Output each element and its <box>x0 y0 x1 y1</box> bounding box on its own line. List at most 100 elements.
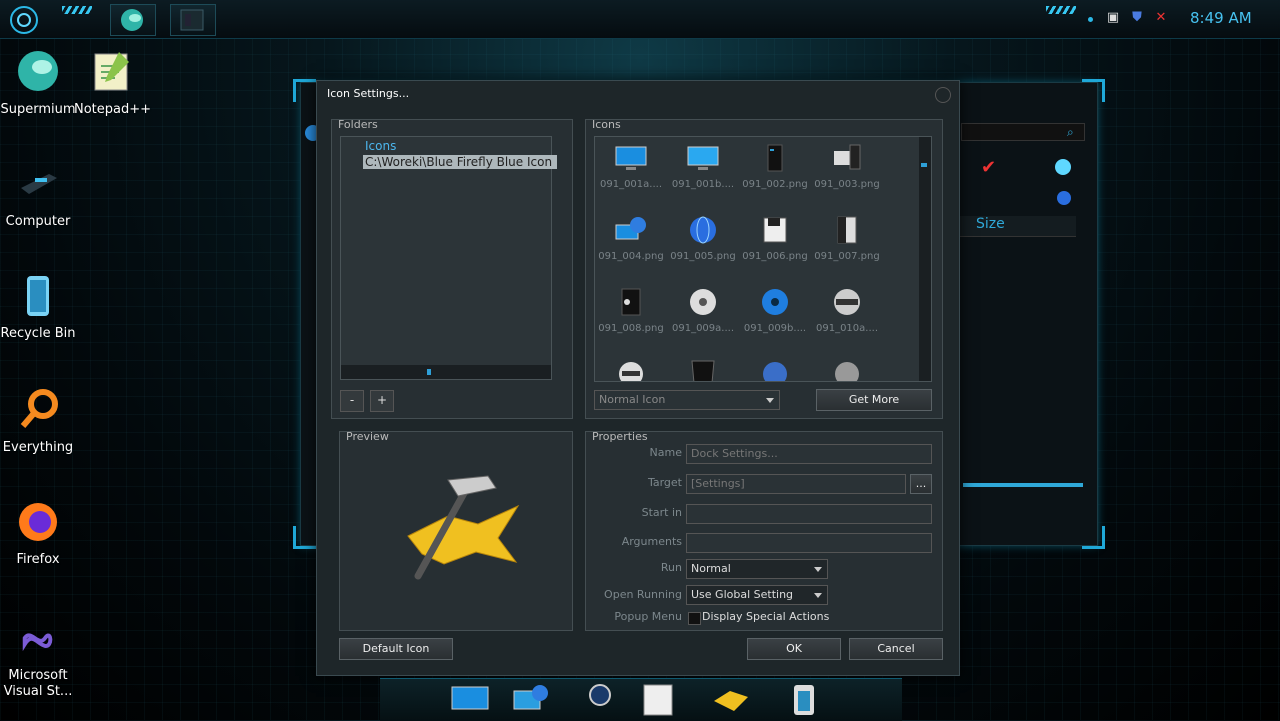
get-more-button[interactable]: Get More <box>816 389 932 411</box>
progress-bar <box>963 483 1083 487</box>
desktop-icon-label: Everything <box>2 440 74 455</box>
horizontal-scrollbar[interactable] <box>341 365 551 379</box>
icon-filename: 091_006.png <box>742 251 808 262</box>
start-button[interactable] <box>10 6 38 34</box>
notepad-icon[interactable] <box>638 681 678 717</box>
icon-item[interactable]: 091_004.png <box>595 215 667 262</box>
default-icon-button[interactable]: Default Icon <box>339 638 453 660</box>
everything-icon <box>20 389 58 428</box>
disc-drive-icon <box>619 362 643 381</box>
browse-button[interactable]: ... <box>910 474 932 494</box>
arguments-field[interactable] <box>686 533 932 553</box>
icon-item[interactable]: 091_001a.... <box>595 143 667 190</box>
scroll-thumb[interactable] <box>921 163 927 167</box>
desktop-icon-recycle-bin[interactable]: Recycle Bin <box>0 272 76 342</box>
chevron-down-icon <box>814 593 822 598</box>
icon-filename: 091_002.png <box>742 179 808 190</box>
explorer-icon <box>180 9 204 31</box>
desktop-icon-supermium[interactable]: Supermium <box>0 48 76 118</box>
checkmark-icon[interactable]: ✔ <box>981 157 996 178</box>
desktop-icon-everything[interactable]: Everything <box>0 386 76 456</box>
icon-item[interactable]: 091_002.png <box>739 143 811 190</box>
icon-filename: 091_010a.... <box>815 323 879 334</box>
desktop-icon-computer[interactable]: Computer <box>0 160 76 230</box>
disc-drive-icon <box>834 289 860 315</box>
openrunning-label: Open Running <box>604 588 682 601</box>
icons-grid[interactable]: 091_001a.... 091_001b.... 091_002.png 09… <box>594 136 932 382</box>
shield-icon[interactable]: ⛊ <box>1130 11 1144 25</box>
desktop-icon-firefox[interactable]: Firefox <box>0 498 76 568</box>
desktop-icon-label: Recycle Bin <box>0 326 76 341</box>
scroll-thumb[interactable] <box>427 369 431 375</box>
device-icon <box>691 360 715 381</box>
icon-item[interactable]: 091_008.png <box>595 287 667 334</box>
openrunning-select[interactable]: Use Global Setting <box>686 585 828 605</box>
computer-set-icon <box>834 144 861 170</box>
window-corner <box>1082 526 1105 549</box>
network-computer-icon[interactable] <box>510 681 550 717</box>
monitor-icon <box>687 146 719 170</box>
close-button[interactable] <box>935 87 951 103</box>
tree-item-folder[interactable]: C:\Woreki\Blue Firefly Blue Icon <box>363 155 557 169</box>
visual-studio-icon <box>22 633 53 652</box>
cancel-button[interactable]: Cancel <box>849 638 943 660</box>
vertical-scrollbar[interactable] <box>919 137 931 381</box>
network-icon[interactable]: ▣ <box>1106 11 1120 25</box>
window-corner <box>293 526 316 549</box>
volume-muted-icon[interactable]: ✕ <box>1154 11 1168 25</box>
remove-folder-button[interactable]: - <box>340 390 364 412</box>
desktop-icon-label: Notepad++ <box>74 102 152 117</box>
dialog-title: Icon Settings... <box>327 87 410 100</box>
icon-item[interactable]: 091_003.png <box>811 143 883 190</box>
startin-field[interactable] <box>686 504 932 524</box>
taskbar-button-explorer[interactable] <box>170 4 216 36</box>
icon-item[interactable] <box>811 357 883 381</box>
column-header-size[interactable]: Size <box>960 216 1076 237</box>
name-field[interactable]: Dock Settings... <box>686 444 932 464</box>
icon-state-value: Normal Icon <box>599 393 666 406</box>
icon-item[interactable] <box>595 357 667 381</box>
desktop-icon-label: Computer <box>5 214 71 229</box>
decor-stripes-left <box>62 6 92 14</box>
icon-item[interactable]: 091_009b.... <box>739 287 811 334</box>
icon-filename: 091_001a.... <box>599 179 663 190</box>
decor-stripes-right <box>1046 6 1076 14</box>
tree-item-icons[interactable]: Icons <box>365 139 396 153</box>
notepadpp-icon <box>94 52 129 91</box>
settings-tools-icon <box>407 475 520 580</box>
recycle-bin-icon[interactable] <box>784 681 824 717</box>
folders-tree[interactable]: Icons C:\Woreki\Blue Firefly Blue Icon <box>340 136 557 380</box>
popup-menu-label: Popup Menu <box>614 610 682 623</box>
icon-filename: 091_009a.... <box>671 323 735 334</box>
globe-icon[interactable] <box>1055 159 1071 175</box>
settings-tools-icon[interactable] <box>710 681 750 717</box>
display-special-actions-label: Display Special Actions <box>702 610 830 623</box>
icon-item[interactable]: 091_007.png <box>811 215 883 262</box>
icon-settings-dialog: Icon Settings... Folders Icons C:\Woreki… <box>316 80 960 676</box>
icon-item[interactable]: 091_009a.... <box>667 287 739 334</box>
monitor-icon[interactable] <box>450 681 490 717</box>
desktop-icon-visual-studio[interactable]: Microsoft Visual St... <box>0 624 76 700</box>
icon-item[interactable]: 091_010a.... <box>811 287 883 334</box>
run-select[interactable]: Normal <box>686 559 828 579</box>
icon-item[interactable]: 091_005.png <box>667 215 739 262</box>
desktop-icon-notepadpp[interactable]: Notepad++ <box>74 48 152 118</box>
icons-label: Icons <box>592 118 621 131</box>
clock[interactable]: 8:49 AM <box>1190 9 1252 27</box>
search-icon[interactable]: ⌕ <box>1067 125 1074 140</box>
display-special-actions-checkbox[interactable] <box>688 612 701 625</box>
taskbar-button-supermium[interactable] <box>110 4 156 36</box>
icon-item[interactable]: 091_001b.... <box>667 143 739 190</box>
icon-state-select[interactable]: Normal Icon <box>594 390 780 410</box>
ok-button[interactable]: OK <box>747 638 841 660</box>
search-icon[interactable] <box>580 681 620 717</box>
icon-item[interactable]: 091_006.png <box>739 215 811 262</box>
globe-icon <box>690 216 716 244</box>
icon-item[interactable] <box>739 357 811 381</box>
icon-item[interactable] <box>667 357 739 381</box>
target-label: Target <box>647 476 682 489</box>
target-field[interactable]: [Settings] <box>686 474 906 494</box>
startin-label: Start in <box>641 506 682 519</box>
add-folder-button[interactable]: + <box>370 390 394 412</box>
help-icon[interactable] <box>1057 191 1071 205</box>
